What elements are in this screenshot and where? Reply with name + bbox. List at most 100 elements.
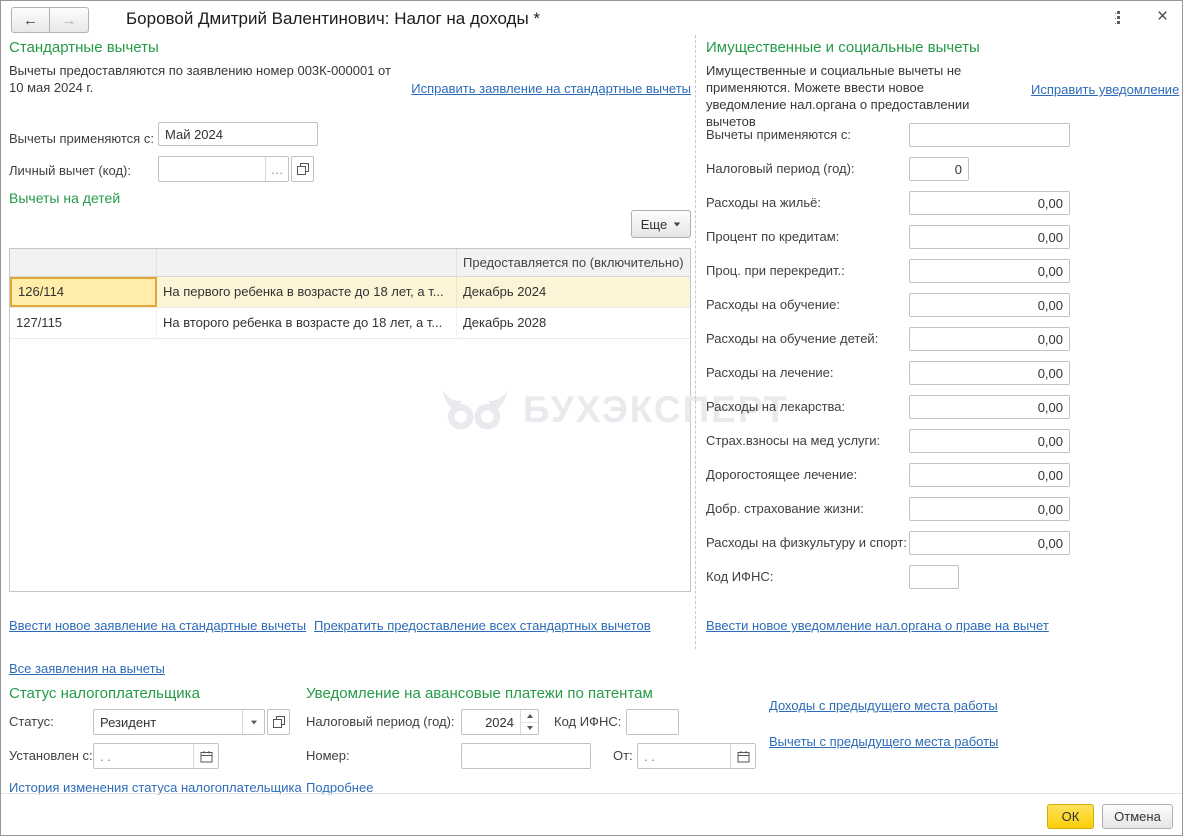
previous-deductions-link[interactable]: Вычеты с предыдущего места работы	[769, 734, 998, 749]
previous-income-link[interactable]: Доходы с предыдущего места работы	[769, 698, 998, 713]
status-dropdown-button[interactable]	[242, 710, 264, 734]
patent-from-input[interactable]	[638, 744, 730, 768]
life-insurance-input[interactable]	[909, 497, 1070, 521]
field-row: Расходы на лекарства:	[706, 395, 1070, 419]
ellipsis-icon: …	[270, 161, 284, 177]
forward-arrow-icon: →	[61, 11, 77, 29]
section-divider	[695, 35, 696, 649]
standard-deductions-heading: Стандартные вычеты	[9, 39, 159, 56]
housing-expenses-input[interactable]	[909, 191, 1070, 215]
fix-notification-link[interactable]: Исправить уведомление	[1031, 82, 1179, 97]
field-row-ifns: Код ИФНС:	[706, 565, 1070, 589]
cell-until[interactable]: Декабрь 2028	[457, 308, 690, 338]
status-combo	[93, 709, 265, 735]
loan-interest-input[interactable]	[909, 225, 1070, 249]
more-button[interactable]: Еще	[631, 210, 691, 238]
field-row: Расходы на лечение:	[706, 361, 1070, 385]
refinance-interest-input[interactable]	[909, 259, 1070, 283]
table-row[interactable]: 127/115 На второго ребенка в возрасте до…	[10, 308, 690, 339]
ok-button[interactable]: ОК	[1047, 804, 1094, 829]
footer-divider	[1, 793, 1182, 794]
field-row: Расходы на физкультуру и спорт:	[706, 531, 1070, 555]
patent-notification-heading: Уведомление на авансовые платежи по пате…	[306, 685, 653, 702]
patent-from-label: От:	[613, 748, 633, 763]
medicine-expenses-input[interactable]	[909, 395, 1070, 419]
children-deductions-heading: Вычеты на детей	[9, 190, 121, 206]
patent-period-input[interactable]	[462, 710, 520, 734]
field-row: Страх.взносы на мед услуги:	[706, 429, 1070, 453]
more-menu-icon[interactable]	[1113, 11, 1123, 26]
status-input[interactable]	[94, 710, 242, 734]
spinner-down-icon[interactable]	[521, 723, 538, 735]
field-row-applied-from: Вычеты применяются с:	[706, 123, 1070, 147]
close-icon[interactable]: ×	[1157, 5, 1168, 29]
column-header-until: Предоставляется по (включительно)	[463, 255, 684, 270]
field-row: Процент по кредитам:	[706, 225, 1070, 249]
open-in-new-icon	[272, 716, 285, 728]
treatment-expenses-input[interactable]	[909, 361, 1070, 385]
cell-description[interactable]: На второго ребенка в возрасте до 18 лет,…	[157, 308, 457, 338]
children-education-input[interactable]	[909, 327, 1070, 351]
fix-statement-link[interactable]: Исправить заявление на стандартные вычет…	[411, 81, 691, 96]
cell-code[interactable]: 126/114	[10, 277, 157, 307]
all-statements-link[interactable]: Все заявления на вычеты	[9, 661, 165, 676]
ps-applied-from-input[interactable]	[909, 123, 1070, 147]
ps-tax-period-input[interactable]	[909, 157, 969, 181]
field-row: Добр. страхование жизни:	[706, 497, 1070, 521]
patent-from-calendar-button[interactable]	[730, 744, 755, 768]
patent-ifns-label: Код ИФНС:	[554, 714, 622, 729]
taxpayer-status-heading: Статус налогоплательщика	[9, 685, 200, 702]
income-tax-window: ← → Боровой Дмитрий Валентинович: Налог …	[0, 0, 1183, 836]
cell-code[interactable]: 127/115	[10, 308, 157, 338]
forward-button[interactable]: →	[50, 7, 89, 33]
patent-ifns-input[interactable]	[626, 709, 679, 735]
calendar-icon	[737, 750, 749, 762]
new-statement-link[interactable]: Ввести новое заявление на стандартные вы…	[9, 618, 306, 633]
dropdown-arrow-icon	[250, 720, 257, 724]
table-header-row: Предоставляется по (включительно)	[10, 249, 690, 277]
field-row-tax-period: Налоговый период (год):	[706, 157, 1070, 181]
back-button[interactable]: ←	[11, 7, 50, 33]
choose-button[interactable]: …	[265, 157, 288, 181]
education-expenses-input[interactable]	[909, 293, 1070, 317]
open-status-button[interactable]	[267, 709, 290, 735]
spinner-buttons	[520, 710, 538, 734]
cell-description[interactable]: На первого ребенка в возрасте до 18 лет,…	[157, 277, 457, 307]
set-from-label: Установлен с:	[9, 748, 93, 763]
field-row: Дорогостоящее лечение:	[706, 463, 1070, 487]
set-from-input[interactable]	[94, 744, 193, 768]
field-row: Проц. при перекредит.:	[706, 259, 1070, 283]
patent-number-input[interactable]	[461, 743, 591, 769]
calendar-icon	[200, 750, 212, 762]
set-from-date-field	[93, 743, 219, 769]
back-arrow-icon: ←	[23, 11, 38, 29]
field-row: Расходы на жильё:	[706, 191, 1070, 215]
property-social-heading: Имущественные и социальные вычеты	[706, 39, 980, 56]
property-social-description: Имущественные и социальные вычеты не при…	[706, 63, 970, 129]
sport-expenses-input[interactable]	[909, 531, 1070, 555]
open-personal-code-button[interactable]	[291, 156, 314, 182]
stop-all-deductions-link[interactable]: Прекратить предоставление всех стандартн…	[314, 618, 651, 633]
cell-until[interactable]: Декабрь 2024	[457, 277, 690, 307]
statement-info-text: Вычеты предоставляются по заявлению номе…	[9, 63, 391, 95]
patent-from-date-field	[637, 743, 756, 769]
cancel-button[interactable]: Отмена	[1102, 804, 1173, 829]
expensive-treatment-input[interactable]	[909, 463, 1070, 487]
personal-code-input[interactable]	[159, 157, 265, 181]
table-row[interactable]: 126/114 На первого ребенка в возрасте до…	[10, 277, 690, 308]
personal-code-field: …	[158, 156, 289, 182]
set-from-calendar-button[interactable]	[193, 744, 218, 768]
applied-from-input[interactable]	[158, 122, 318, 146]
window-title: Боровой Дмитрий Валентинович: Налог на д…	[126, 9, 541, 28]
new-notification-link[interactable]: Ввести новое уведомление нал.органа о пр…	[706, 618, 1049, 633]
applied-from-label: Вычеты применяются с:	[9, 131, 154, 146]
personal-code-label: Личный вычет (код):	[9, 163, 131, 178]
spinner-up-icon[interactable]	[521, 710, 538, 723]
medical-insurance-input[interactable]	[909, 429, 1070, 453]
patent-number-label: Номер:	[306, 748, 350, 763]
open-in-new-icon	[296, 163, 309, 175]
ps-ifns-input[interactable]	[909, 565, 959, 589]
status-label: Статус:	[9, 714, 54, 729]
dropdown-arrow-icon	[674, 222, 681, 226]
patent-period-spinner	[461, 709, 539, 735]
